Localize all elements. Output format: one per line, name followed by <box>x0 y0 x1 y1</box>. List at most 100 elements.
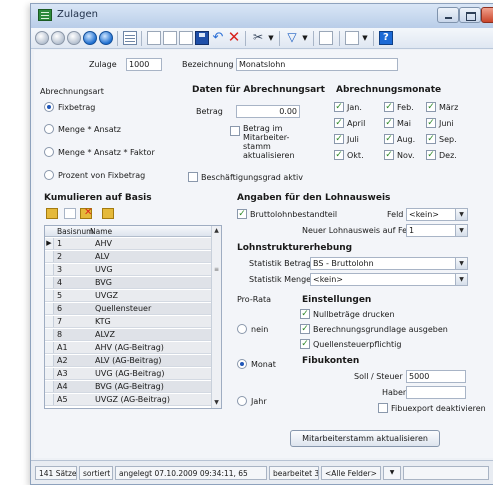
cell-basisnum: 4 <box>57 278 63 287</box>
table-row[interactable]: 5 UVGZ <box>45 290 212 302</box>
next-record-icon[interactable] <box>67 31 81 45</box>
last-record-icon[interactable] <box>83 31 97 45</box>
month-checkbox[interactable] <box>426 134 436 144</box>
cell-basisnum: 1 <box>57 239 63 248</box>
tools-icon[interactable]: ✂ <box>251 31 265 45</box>
remove-entry-icon[interactable]: ✕ <box>80 207 92 219</box>
zulage-input[interactable]: 1000 <box>126 58 162 71</box>
filter-icon[interactable]: ▽ <box>285 31 299 45</box>
month-checkbox[interactable] <box>334 118 344 128</box>
grid-header: Basisnum Name <box>45 226 212 237</box>
month-checkbox[interactable] <box>426 102 436 112</box>
month-checkbox[interactable] <box>334 102 344 112</box>
feld-select[interactable]: <kein> <box>406 208 468 221</box>
filter-dropdown-icon[interactable]: ▼ <box>301 31 309 45</box>
row-indicator <box>45 303 54 314</box>
copy-record-icon[interactable] <box>163 31 177 45</box>
month-checkbox[interactable] <box>384 134 394 144</box>
paste-record-icon[interactable] <box>179 31 193 45</box>
month-label: Mai <box>397 119 412 128</box>
month-checkbox[interactable] <box>384 118 394 128</box>
mitarbeiterstamm-aktualisieren-button[interactable]: Mitarbeiterstamm aktualisieren <box>290 430 440 447</box>
month-checkbox[interactable] <box>334 134 344 144</box>
report-icon[interactable] <box>319 31 333 45</box>
grid-scrollbar[interactable]: ▲ ≡ ▼ <box>211 226 221 408</box>
month-checkbox[interactable] <box>384 150 394 160</box>
folder-open-icon[interactable] <box>46 208 58 219</box>
cell-name: ALVZ <box>95 330 116 339</box>
undo-icon[interactable]: ↶ <box>211 31 225 45</box>
scroll-thumb[interactable]: ≡ <box>213 266 220 274</box>
radio-menge-ansatz[interactable] <box>44 124 54 134</box>
table-row[interactable]: 7 KTG <box>45 316 212 328</box>
table-row[interactable]: 2 ALV <box>45 251 212 263</box>
minimize-button[interactable] <box>437 7 459 23</box>
fibuexport-checkbox[interactable] <box>378 403 388 413</box>
previous-record-icon[interactable] <box>51 31 65 45</box>
cell-name: Quellensteuer <box>95 304 152 313</box>
berechnungsgrundlage-checkbox[interactable] <box>300 324 310 334</box>
radio-prorata-monat-label: Monat <box>251 360 276 369</box>
table-row[interactable]: 8 ALVZ <box>45 329 212 341</box>
table-row[interactable]: A5 UVGZ (AG-Beitrag) <box>45 394 212 406</box>
save-icon[interactable] <box>195 31 209 45</box>
bruttolohn-checkbox[interactable] <box>237 209 247 219</box>
neuer-lohnausweis-select[interactable]: 1 <box>406 224 468 237</box>
status-created: angelegt 07.10.2009 09:34:11, 65 <box>115 466 267 480</box>
quellensteuer-label: Quellensteuerpflichtig <box>313 340 402 349</box>
betrag-input[interactable]: 0.00 <box>236 105 300 118</box>
radio-prozent[interactable] <box>44 170 54 180</box>
radio-prorata-nein[interactable] <box>237 324 247 334</box>
radio-menge-ansatz-faktor[interactable] <box>44 147 54 157</box>
beschaeftigung-checkbox[interactable] <box>188 172 198 182</box>
daten-heading: Daten für Abrechnungsart <box>192 85 325 95</box>
radio-prorata-nein-label: nein <box>251 325 269 334</box>
nullbetraege-label: Nullbeträge drucken <box>313 310 395 319</box>
cell-name: UVGZ (AG-Beitrag) <box>95 395 170 404</box>
record-info-icon[interactable] <box>99 31 113 45</box>
radio-fixbetrag[interactable] <box>44 102 54 112</box>
table-view-icon[interactable] <box>123 31 137 45</box>
table-row[interactable]: 3 UVG <box>45 264 212 276</box>
scroll-up-icon[interactable]: ▲ <box>212 226 221 236</box>
row-indicator <box>45 342 54 353</box>
tools-dropdown-icon[interactable]: ▼ <box>267 31 275 45</box>
bezeichnung-input[interactable]: Monatslohn <box>236 58 398 71</box>
month-checkbox[interactable] <box>384 102 394 112</box>
aktualisieren-checkbox[interactable] <box>230 126 240 136</box>
nullbetraege-checkbox[interactable] <box>300 309 310 319</box>
soll-input[interactable]: 5000 <box>406 370 466 383</box>
print-dropdown-icon[interactable]: ▼ <box>361 31 369 45</box>
close-button[interactable] <box>481 7 493 23</box>
table-row[interactable]: A4 BVG (AG-Beitrag) <box>45 381 212 393</box>
radio-prorata-jahr[interactable] <box>237 396 247 406</box>
table-row[interactable]: 6 Quellensteuer <box>45 303 212 315</box>
statistik-menge-select[interactable]: <kein> <box>310 273 468 286</box>
quellensteuer-checkbox[interactable] <box>300 339 310 349</box>
status-input[interactable] <box>403 466 489 480</box>
row-indicator <box>45 316 54 327</box>
radio-prorata-monat[interactable] <box>237 359 247 369</box>
print-icon[interactable] <box>345 31 359 45</box>
cell-basisnum: 3 <box>57 265 63 274</box>
table-row[interactable]: A2 ALV (AG-Beitrag) <box>45 355 212 367</box>
statistik-betrag-select[interactable]: BS - Bruttolohn <box>310 257 468 270</box>
delete-icon[interactable]: ✕ <box>227 30 241 45</box>
first-record-icon[interactable] <box>35 31 49 45</box>
status-filter-dropdown-icon[interactable]: ▼ <box>383 466 401 480</box>
haben-input[interactable] <box>406 386 466 399</box>
add-entry-icon[interactable] <box>64 208 76 219</box>
month-checkbox[interactable] <box>334 150 344 160</box>
table-row[interactable]: A1 AHV (AG-Beitrag) <box>45 342 212 354</box>
lookup-icon[interactable] <box>102 208 114 219</box>
new-record-icon[interactable] <box>147 31 161 45</box>
maximize-button[interactable] <box>459 7 481 23</box>
help-icon[interactable] <box>379 31 393 45</box>
month-checkbox[interactable] <box>426 118 436 128</box>
month-checkbox[interactable] <box>426 150 436 160</box>
table-row[interactable]: A3 UVG (AG-Beitrag) <box>45 368 212 380</box>
scroll-down-icon[interactable]: ▼ <box>212 398 221 408</box>
berechnungsgrundlage-label: Berechnungsgrundlage ausgeben <box>313 325 448 334</box>
table-row[interactable]: ▶ 1 AHV <box>45 238 212 250</box>
table-row[interactable]: 4 BVG <box>45 277 212 289</box>
